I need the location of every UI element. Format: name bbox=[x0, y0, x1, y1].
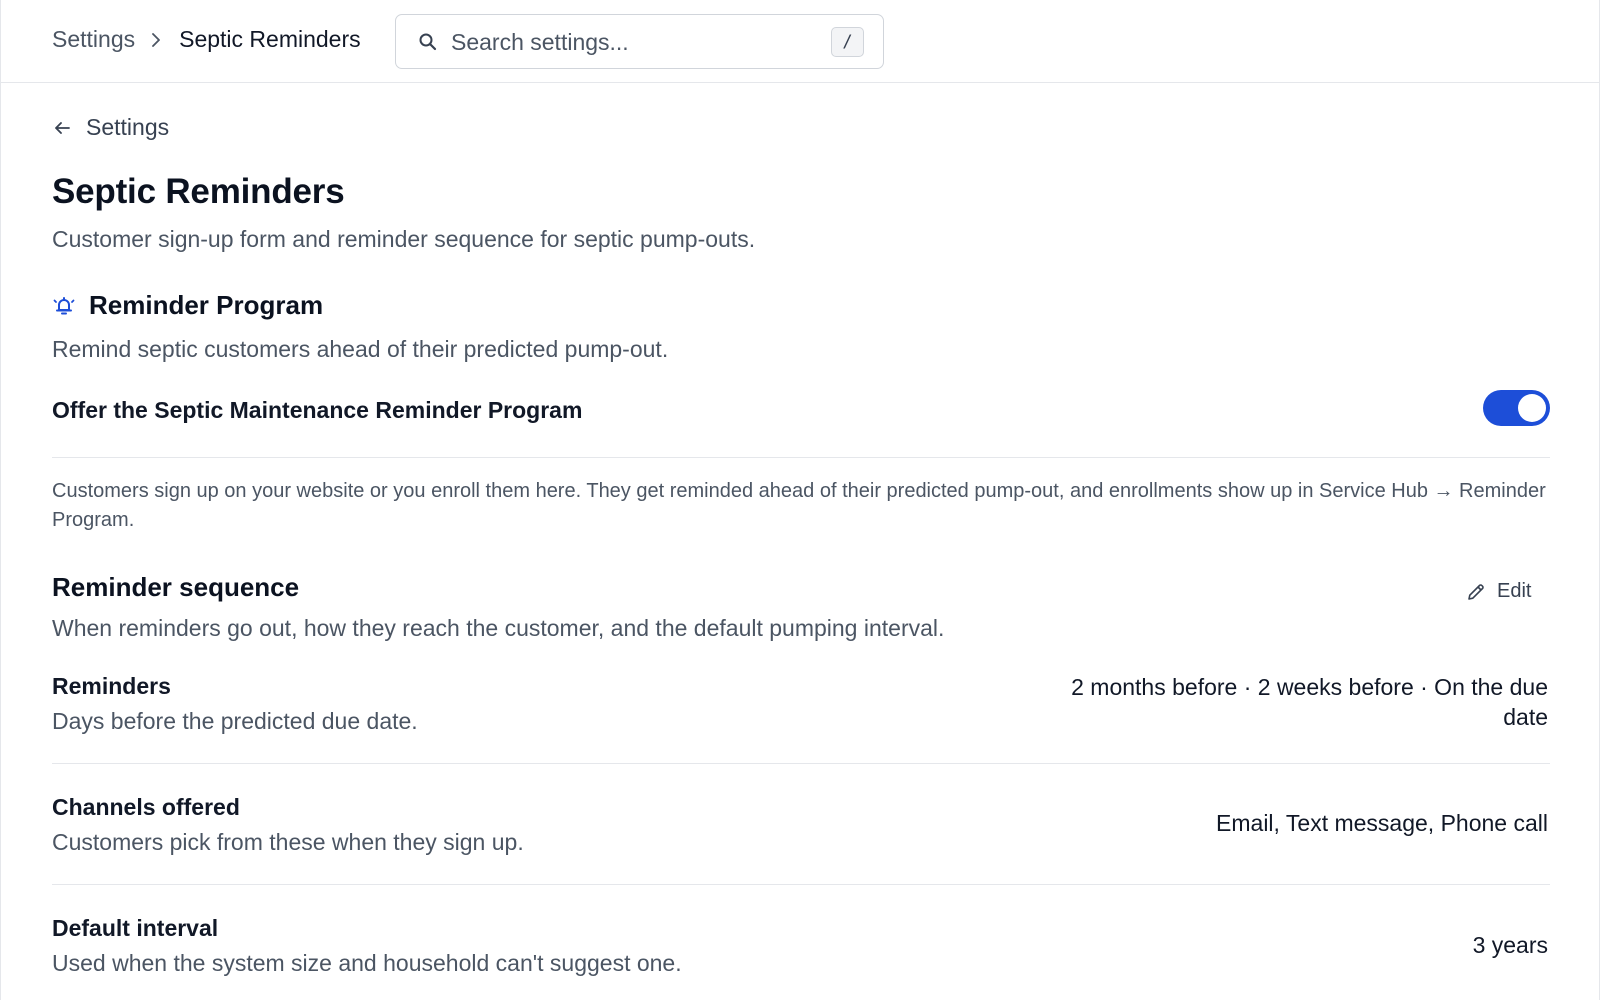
chevron-right-icon bbox=[151, 32, 161, 47]
page-subtitle: Customer sign-up form and reminder seque… bbox=[52, 226, 756, 252]
offer-program-toggle[interactable] bbox=[1483, 390, 1550, 426]
default-interval-help: Used when the system size and household … bbox=[52, 950, 682, 976]
divider bbox=[52, 457, 1550, 458]
pencil-icon bbox=[1468, 583, 1484, 600]
offer-program-toggle-label: Offer the Septic Maintenance Reminder Pr… bbox=[52, 397, 583, 423]
edit-sequence-button[interactable]: Edit bbox=[1466, 580, 1531, 603]
breadcrumb: Settings Septic Reminders bbox=[52, 26, 361, 53]
reminder-sequence-title: Reminder sequence bbox=[52, 572, 300, 602]
channels-help: Customers pick from these when they sign… bbox=[52, 829, 524, 855]
top-bar: Settings Septic Reminders Search setting… bbox=[1, 0, 1600, 83]
search-placeholder: Search settings... bbox=[451, 29, 629, 55]
bell-ring-icon bbox=[53, 296, 75, 314]
reminders-label: Reminders bbox=[52, 673, 171, 699]
channels-value: Email, Text message, Phone call bbox=[1216, 810, 1548, 836]
breadcrumb-settings-link[interactable]: Settings bbox=[52, 26, 135, 53]
divider bbox=[52, 763, 1550, 764]
reminders-value: 2 months before · 2 weeks before · On th… bbox=[1071, 674, 1548, 730]
toggle-knob bbox=[1518, 394, 1546, 422]
program-info-text: Customers sign up on your website or you… bbox=[52, 480, 1546, 531]
breadcrumb-current: Septic Reminders bbox=[179, 26, 361, 52]
divider bbox=[52, 884, 1550, 885]
reminder-program-description: Remind septic customers ahead of their p… bbox=[52, 336, 669, 362]
default-interval-label: Default interval bbox=[52, 915, 219, 941]
reminder-sequence-description: When reminders go out, how they reach th… bbox=[52, 615, 945, 641]
search-icon bbox=[419, 33, 437, 51]
arrow-left-icon bbox=[55, 121, 70, 134]
search-shortcut-key: / bbox=[831, 27, 864, 57]
reminder-program-title: Reminder Program bbox=[89, 290, 324, 320]
edit-label: Edit bbox=[1497, 580, 1532, 602]
back-link-label: Settings bbox=[86, 114, 170, 140]
settings-page: Settings Septic Reminders Search setting… bbox=[0, 0, 1600, 1000]
reminder-program-header: Reminder Program bbox=[52, 290, 323, 321]
back-to-settings-link[interactable]: Settings bbox=[52, 114, 169, 141]
search-input[interactable]: Search settings... / bbox=[395, 14, 884, 69]
page-title: Septic Reminders bbox=[52, 172, 345, 211]
default-interval-value: 3 years bbox=[1472, 932, 1548, 958]
channels-label: Channels offered bbox=[52, 794, 240, 820]
reminders-help: Days before the predicted due date. bbox=[52, 708, 418, 734]
